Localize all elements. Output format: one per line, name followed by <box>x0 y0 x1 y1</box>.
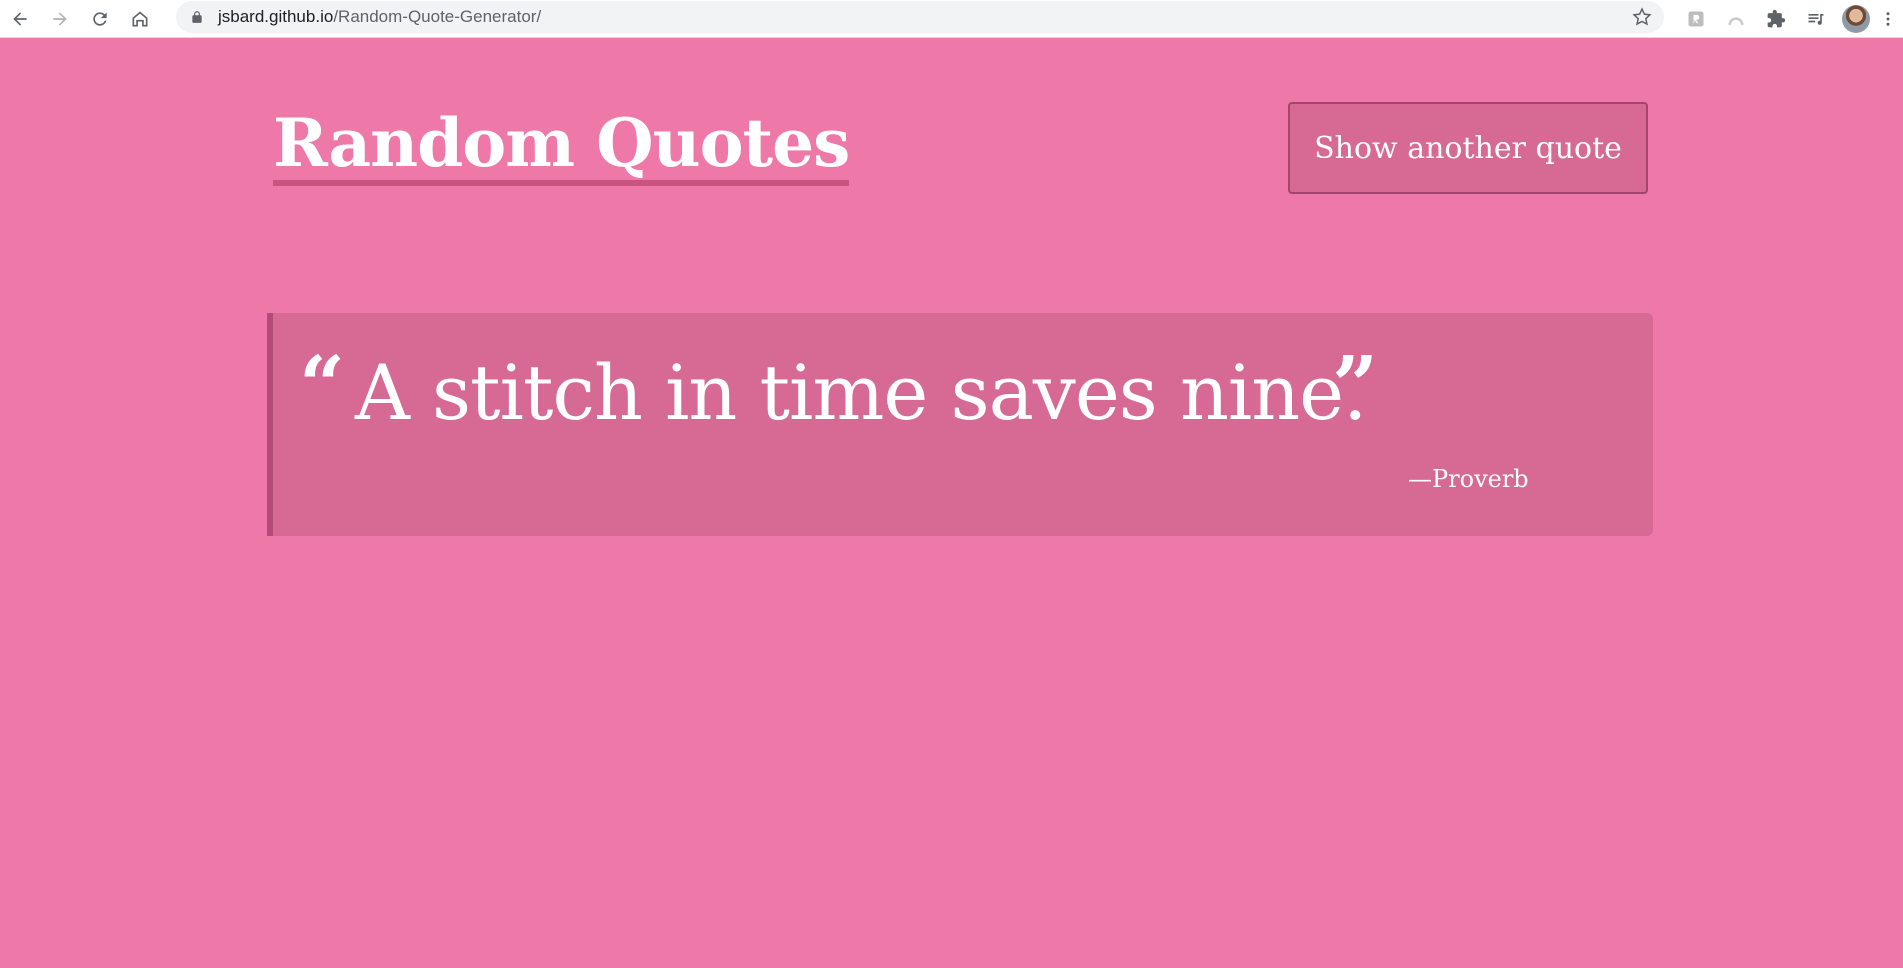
lock-icon <box>190 10 204 24</box>
close-quote-mark: ” <box>1332 338 1379 432</box>
reload-button[interactable] <box>80 0 120 38</box>
page-title: Random Quotes <box>273 110 850 186</box>
extension-r-icon[interactable] <box>1676 0 1716 38</box>
extension-arc-icon[interactable] <box>1716 0 1756 38</box>
profile-avatar[interactable] <box>1842 5 1870 33</box>
open-quote-mark: “ <box>299 338 346 432</box>
quote-text: A stitch in time saves nine. <box>355 348 1367 437</box>
home-icon <box>132 11 148 26</box>
forward-button[interactable] <box>40 0 80 38</box>
browser-menu-icon[interactable] <box>1876 0 1900 38</box>
url-host: jsbard.github.io <box>218 7 334 26</box>
show-another-quote-button[interactable]: Show another quote <box>1288 102 1648 194</box>
back-arrow-icon <box>13 11 27 26</box>
extensions-area <box>1676 0 1900 38</box>
browser-toolbar: jsbard.github.io/Random-Quote-Generator/ <box>0 0 1903 38</box>
extensions-puzzle-icon[interactable] <box>1756 0 1796 38</box>
reload-icon <box>93 11 107 26</box>
home-button[interactable] <box>120 0 160 38</box>
url-text: jsbard.github.io/Random-Quote-Generator/ <box>218 7 541 27</box>
bookmark-star-icon[interactable] <box>1632 7 1652 27</box>
quote-source: —Proverb <box>1408 465 1529 493</box>
forward-arrow-icon <box>53 11 67 26</box>
page-content: Random Quotes Show another quote “ A sti… <box>0 38 1903 968</box>
back-button[interactable] <box>0 0 40 38</box>
quote-card: “ A stitch in time saves nine. ” —Prover… <box>267 313 1653 536</box>
address-bar[interactable]: jsbard.github.io/Random-Quote-Generator/ <box>176 1 1664 33</box>
url-path: /Random-Quote-Generator/ <box>333 7 542 26</box>
media-playlist-icon[interactable] <box>1796 0 1836 38</box>
